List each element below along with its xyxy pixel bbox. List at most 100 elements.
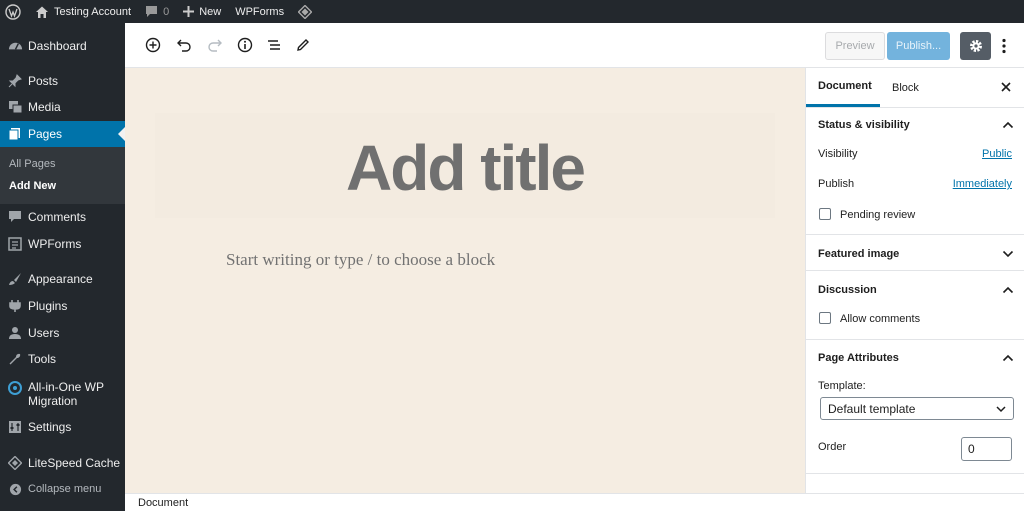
comments-count: 0 [163, 5, 170, 18]
template-value: Default template [828, 401, 916, 416]
content-info-button[interactable] [235, 35, 255, 55]
site-name-link[interactable]: Testing Account [28, 0, 138, 23]
block-breadcrumb: Document [125, 493, 1024, 511]
settings-sidebar: Document Block Status & visibility Visib… [805, 68, 1024, 493]
tab-block[interactable]: Block [892, 68, 919, 107]
close-icon [1001, 82, 1011, 92]
tab-document[interactable]: Document [806, 68, 880, 107]
menu-users[interactable]: Users [0, 320, 125, 346]
sidebar-tabs: Document Block [806, 68, 1024, 108]
menu-posts[interactable]: Posts [0, 68, 125, 94]
publish-date-link[interactable]: Immediately [953, 178, 1012, 190]
featured-image-heading[interactable]: Featured image [818, 248, 899, 260]
publish-label: Publish [818, 178, 855, 190]
list-icon [268, 40, 280, 50]
plus-circle-icon [145, 37, 161, 53]
menu-pages[interactable]: Pages [0, 121, 125, 147]
divider [806, 339, 1024, 340]
settings-toggle-button[interactable] [960, 32, 991, 60]
pending-review-label: Pending review [840, 209, 916, 221]
menu-dashboard[interactable]: Dashboard [0, 33, 125, 59]
plus-icon [183, 6, 195, 17]
admin-menu: Dashboard Posts Media Pages All Pages Ad… [0, 23, 125, 511]
order-input[interactable]: 0 [961, 437, 1012, 461]
diamond-icon [7, 455, 23, 471]
template-label: Template: [818, 380, 866, 392]
divider [806, 473, 1024, 474]
title-placeholder[interactable]: Add title [155, 131, 775, 205]
close-sidebar-button[interactable] [998, 79, 1014, 95]
pages-icon [7, 126, 23, 142]
menu-label: Collapse menu [28, 483, 102, 495]
menu-label: All-in-One WP Migration [28, 380, 104, 408]
discussion-heading[interactable]: Discussion [818, 284, 877, 296]
comment-icon [7, 209, 23, 225]
tab-label: Document [818, 80, 872, 92]
order-label: Order [818, 441, 847, 453]
allow-comments-checkbox[interactable] [819, 312, 831, 324]
pending-review-checkbox[interactable] [819, 208, 831, 220]
plug-icon [7, 298, 23, 314]
brush-icon [7, 271, 23, 287]
new-content-link[interactable]: New [176, 0, 228, 23]
page-attributes-heading[interactable]: Page Attributes [818, 352, 899, 364]
menu-comments[interactable]: Comments [0, 204, 125, 230]
collapse-menu-button[interactable]: Collapse menu [0, 476, 125, 502]
dashboard-icon [7, 38, 23, 54]
chevron-up-icon[interactable] [1001, 118, 1015, 132]
menu-label: Media [28, 100, 61, 114]
menu-label: Dashboard [28, 39, 87, 53]
title-block[interactable]: Add title [155, 113, 775, 218]
menu-media[interactable]: Media [0, 94, 125, 120]
chevron-up-icon[interactable] [1001, 351, 1015, 365]
pencil-icon [297, 39, 309, 51]
wordpress-logo-icon[interactable] [0, 0, 28, 23]
menu-settings[interactable]: Settings [0, 414, 125, 440]
menu-label: WPForms [28, 237, 82, 251]
menu-label: Appearance [28, 272, 93, 286]
add-block-button[interactable] [143, 35, 163, 55]
order-value: 0 [968, 442, 975, 456]
wpforms-link[interactable]: WPForms [228, 0, 291, 23]
undo-button[interactable] [174, 35, 194, 55]
collapse-icon [7, 481, 23, 497]
comment-bubble-icon [146, 6, 158, 17]
editor-toolbar: Preview Publish... [125, 23, 1024, 68]
media-icon [7, 99, 23, 115]
submenu-add-new[interactable]: Add New [9, 180, 56, 192]
preview-button[interactable]: Preview [825, 32, 885, 60]
settings-icon [7, 419, 23, 435]
comments-link[interactable]: 0 [138, 0, 176, 23]
chevron-up-icon[interactable] [1001, 283, 1015, 297]
undo-icon [177, 39, 191, 52]
tab-label: Block [892, 81, 919, 94]
menu-litespeed-cache[interactable]: LiteSpeed Cache [0, 450, 125, 476]
menu-appearance[interactable]: Appearance [0, 266, 125, 292]
redo-button[interactable] [205, 35, 225, 55]
tools-edit-button[interactable] [293, 35, 313, 55]
menu-label: Tools [28, 352, 57, 366]
menu-label: LiteSpeed Cache [28, 456, 121, 470]
menu-label: Plugins [28, 299, 68, 313]
menu-wpforms[interactable]: WPForms [0, 231, 125, 257]
vertical-ellipsis-icon [1002, 38, 1006, 54]
more-options-button[interactable] [997, 35, 1011, 57]
publish-button[interactable]: Publish... [887, 32, 950, 60]
menu-label: Settings [28, 420, 72, 434]
block-navigation-button[interactable] [264, 35, 284, 55]
submenu-all-pages[interactable]: All Pages [9, 158, 55, 170]
breadcrumb-document[interactable]: Document [138, 497, 188, 509]
block-appender-placeholder[interactable]: Start writing or type / to choose a bloc… [226, 250, 495, 270]
template-select[interactable]: Default template [820, 397, 1014, 420]
menu-tools[interactable]: Tools [0, 346, 125, 372]
wpforms-label: WPForms [235, 5, 285, 18]
menu-label: Posts [28, 74, 59, 88]
litespeed-link[interactable] [291, 0, 319, 23]
admin-bar: Testing Account 0 New WPForms [0, 0, 1024, 23]
pin-icon [7, 73, 23, 89]
chevron-down-icon[interactable] [1001, 247, 1015, 261]
status-visibility-heading[interactable]: Status & visibility [818, 119, 910, 131]
menu-plugins[interactable]: Plugins [0, 293, 125, 319]
visibility-link[interactable]: Public [982, 148, 1012, 160]
menu-all-in-one-migration[interactable]: All-in-One WP Migration [0, 373, 125, 413]
